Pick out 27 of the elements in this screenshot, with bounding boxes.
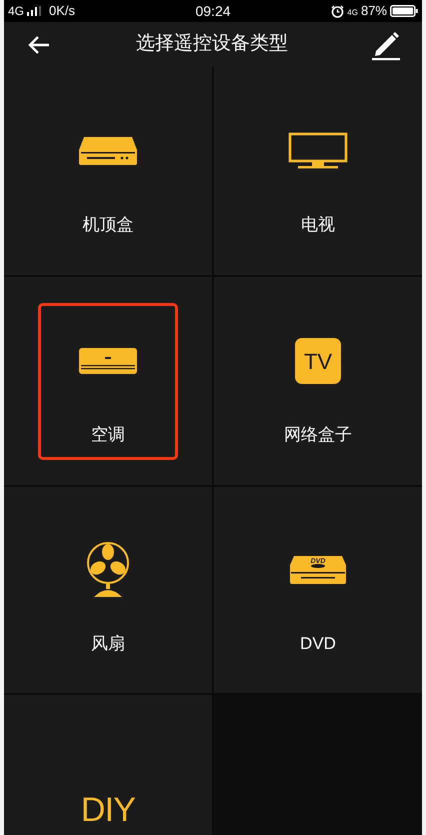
network-speed: 0K/s	[49, 2, 76, 20]
device-tile[interactable]: TV 网络盒子	[214, 277, 422, 485]
signal-icon	[27, 6, 44, 16]
clock: 09:24	[195, 2, 231, 21]
battery-percent: 87%	[360, 2, 387, 20]
device-tile[interactable]: 空调	[4, 277, 212, 485]
device-tile[interactable]: 电视	[214, 67, 422, 275]
device-label: 风扇	[91, 634, 125, 654]
page-title: 选择遥控设备类型	[136, 32, 288, 56]
device-label: 空调	[91, 425, 125, 445]
device-label: 机顶盒	[82, 215, 134, 235]
network-type: 4G	[8, 3, 24, 20]
network-type-small: 4G	[347, 7, 358, 20]
device-tile[interactable]: 机顶盒	[4, 67, 212, 275]
device-tile[interactable]: 风扇	[4, 487, 212, 693]
fan-icon	[86, 541, 130, 599]
device-tile[interactable]: DIY	[4, 695, 212, 835]
device-label: 网络盒子	[284, 425, 352, 445]
battery-icon	[390, 5, 418, 18]
set-top-box-icon	[78, 136, 138, 166]
alarm-icon	[331, 4, 344, 18]
diy-label: DIY	[80, 790, 136, 830]
device-label: 电视	[301, 215, 335, 235]
device-label: DVD	[300, 634, 336, 654]
tv-box-icon: TV	[295, 338, 341, 384]
air-conditioner-icon	[79, 348, 137, 374]
tv-icon	[288, 132, 348, 170]
